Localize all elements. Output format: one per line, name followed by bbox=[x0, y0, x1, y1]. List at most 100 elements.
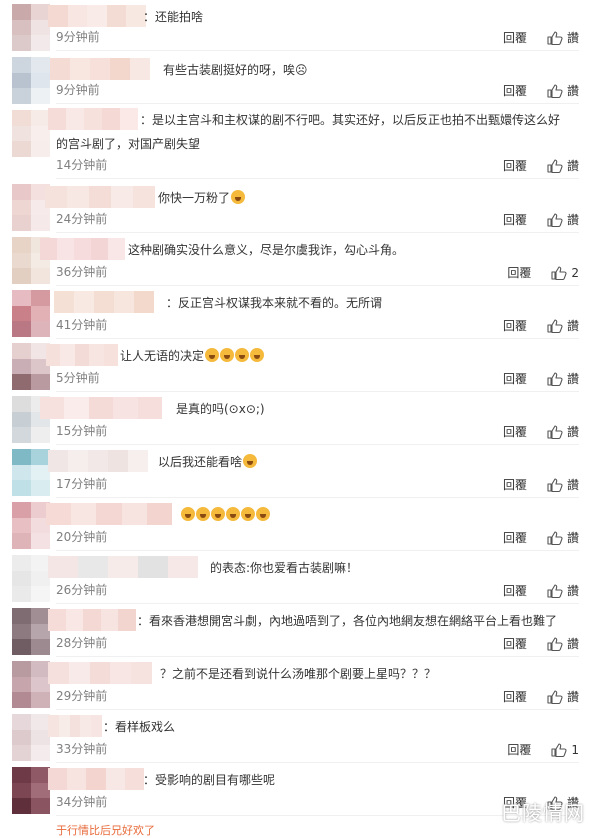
like-button[interactable]: 讚 bbox=[547, 370, 579, 387]
like-button[interactable]: 讚 bbox=[547, 688, 579, 705]
username-blurred[interactable] bbox=[54, 291, 154, 313]
like-button[interactable]: 讚 bbox=[547, 635, 579, 652]
reply-button[interactable]: 回覆 bbox=[503, 529, 527, 546]
emoji-icon bbox=[241, 507, 255, 521]
avatar[interactable] bbox=[12, 57, 50, 104]
like-label: 讚 bbox=[566, 690, 579, 704]
comment-text-content: ：看样板戏么 bbox=[103, 720, 176, 734]
avatar[interactable] bbox=[12, 661, 50, 708]
comment-actions: 回覆 讚 bbox=[503, 688, 579, 705]
reply-button[interactable]: 回覆 bbox=[503, 423, 527, 440]
username-blurred[interactable] bbox=[46, 344, 119, 366]
comment-time: 36分钟前 bbox=[56, 265, 108, 279]
username-blurred[interactable] bbox=[45, 186, 155, 208]
comment-text: ：是以主宫斗和主权谋的剧不行吧。其实还好，以后反正也拍不出甄嬛传这么好 bbox=[140, 111, 560, 129]
thumbs-up-icon bbox=[547, 371, 563, 386]
comment-time: 41分钟前 bbox=[56, 318, 108, 332]
comment-time: 28分钟前 bbox=[56, 636, 108, 650]
like-label: 2 bbox=[571, 265, 579, 280]
like-button[interactable]: 讚 bbox=[547, 29, 579, 46]
emoji-icon bbox=[226, 507, 240, 521]
username-blurred[interactable] bbox=[48, 556, 198, 578]
like-label: 讚 bbox=[566, 478, 579, 492]
comment-text: ：看來香港想開宮斗劇，內地過唔到了，各位內地網友想在網絡平台上看也難了 bbox=[137, 612, 557, 630]
avatar[interactable] bbox=[12, 110, 50, 157]
comment-actions: 回覆 讚 bbox=[503, 29, 579, 46]
avatar[interactable] bbox=[12, 714, 50, 761]
like-button[interactable]: 1 bbox=[551, 743, 579, 757]
comment-text: 这种剧确实没什么意义，尽是尔虞我诈，勾心斗角。 bbox=[128, 241, 404, 259]
username-blurred[interactable] bbox=[50, 58, 150, 80]
reply-button[interactable]: 回覆 bbox=[503, 688, 527, 705]
username-blurred[interactable] bbox=[48, 768, 145, 790]
username-blurred[interactable] bbox=[48, 609, 136, 631]
comment-text-content: 有些古装剧挺好的呀，唉☹ bbox=[163, 63, 308, 77]
emoji-icon bbox=[235, 348, 250, 362]
partial-comment-text: 于行情比后兄好欢了 bbox=[56, 824, 155, 837]
comment-text-content: 你快一万粉了 bbox=[158, 191, 231, 205]
emoji-icon bbox=[181, 507, 195, 521]
thumbs-up-icon bbox=[547, 83, 563, 98]
comment-text: 让人无语的决定 bbox=[120, 347, 265, 365]
comment-text: 是真的吗(⊙x⊙;) bbox=[176, 400, 265, 418]
thumbs-up-icon bbox=[547, 30, 563, 45]
reply-button[interactable]: 回覆 bbox=[503, 157, 527, 174]
avatar[interactable] bbox=[12, 767, 50, 814]
like-button[interactable]: 讚 bbox=[547, 82, 579, 99]
divider bbox=[56, 178, 579, 179]
like-button[interactable]: 讚 bbox=[547, 476, 579, 493]
username-blurred[interactable] bbox=[46, 503, 173, 525]
comment-actions: 回覆 1 bbox=[507, 741, 579, 758]
reply-button[interactable]: 回覆 bbox=[503, 476, 527, 493]
comment-text-content: 是真的吗(⊙x⊙;) bbox=[176, 402, 265, 416]
comment-actions: 回覆 讚 bbox=[503, 211, 579, 228]
comment-time: 9分钟前 bbox=[56, 30, 100, 44]
emoji-icon bbox=[243, 454, 258, 468]
like-button[interactable]: 讚 bbox=[547, 211, 579, 228]
thumbs-up-icon bbox=[547, 636, 563, 651]
reply-button[interactable]: 回覆 bbox=[503, 211, 527, 228]
comment-text-content: ：看來香港想開宮斗劇，內地過唔到了，各位內地網友想在網絡平台上看也難了 bbox=[137, 614, 558, 628]
comment-text-content: ？之前不是还看到说什么汤唯那个剧要上星吗？？？ bbox=[160, 667, 437, 681]
divider bbox=[56, 762, 579, 763]
avatar[interactable] bbox=[12, 449, 50, 496]
like-button[interactable]: 讚 bbox=[547, 157, 579, 174]
username-blurred[interactable] bbox=[48, 108, 138, 130]
reply-button[interactable]: 回覆 bbox=[503, 582, 527, 599]
thumbs-up-icon bbox=[547, 583, 563, 598]
like-label: 讚 bbox=[566, 372, 579, 386]
username-blurred[interactable] bbox=[40, 397, 163, 419]
reply-button[interactable]: 回覆 bbox=[503, 82, 527, 99]
reply-button[interactable]: 回覆 bbox=[503, 370, 527, 387]
reply-button[interactable]: 回覆 bbox=[507, 741, 531, 758]
comment-text: 以后我还能看啥 bbox=[158, 453, 258, 471]
thumbs-up-icon bbox=[551, 742, 567, 757]
reply-button[interactable]: 回覆 bbox=[503, 317, 527, 334]
comment-text-content: ：是以主宫斗和主权谋的剧不行吧。其实还好，以后反正也拍不出甄嬛传这么好 bbox=[140, 113, 561, 127]
comment-actions: 回覆 讚 bbox=[503, 635, 579, 652]
like-button[interactable]: 讚 bbox=[547, 582, 579, 599]
username-blurred[interactable] bbox=[48, 715, 102, 737]
like-button[interactable]: 讚 bbox=[547, 529, 579, 546]
divider bbox=[56, 656, 579, 657]
username-blurred[interactable] bbox=[40, 238, 125, 260]
avatar[interactable] bbox=[12, 4, 50, 51]
username-blurred[interactable] bbox=[48, 450, 148, 472]
reply-button[interactable]: 回覆 bbox=[507, 264, 531, 281]
avatar[interactable] bbox=[12, 608, 50, 655]
like-button[interactable]: 讚 bbox=[547, 423, 579, 440]
username-blurred[interactable] bbox=[48, 662, 152, 684]
like-button[interactable]: 2 bbox=[551, 266, 579, 280]
reply-button[interactable]: 回覆 bbox=[503, 635, 527, 652]
avatar[interactable] bbox=[12, 502, 50, 549]
username-blurred[interactable] bbox=[48, 5, 146, 27]
watermark: 巴陵情网 bbox=[501, 801, 585, 825]
like-button[interactable]: 讚 bbox=[547, 317, 579, 334]
like-label: 讚 bbox=[566, 637, 579, 651]
avatar[interactable] bbox=[12, 343, 50, 390]
avatar[interactable] bbox=[12, 290, 50, 337]
like-label: 讚 bbox=[566, 31, 579, 45]
divider bbox=[56, 444, 579, 445]
avatar[interactable] bbox=[12, 555, 50, 602]
reply-button[interactable]: 回覆 bbox=[503, 29, 527, 46]
